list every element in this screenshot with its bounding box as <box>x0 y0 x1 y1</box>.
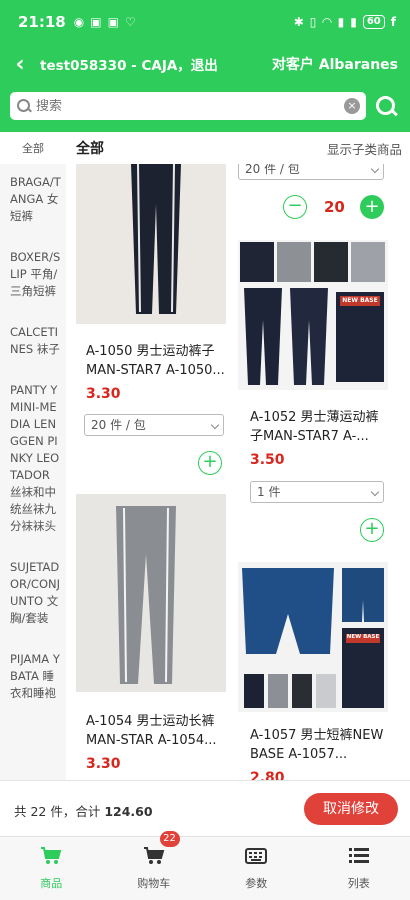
chevron-down-icon <box>370 164 380 174</box>
heart-icon: ♡ <box>124 15 136 29</box>
category-sidebar: BRAGA/TANGA 女短裤 BOXER/SLIP 平角/三角短裤 CALCE… <box>0 164 66 780</box>
nav-label: 列表 <box>347 877 370 890</box>
product-image[interactable] <box>76 164 226 324</box>
sidebar-all-tab[interactable]: 全部 <box>0 140 66 156</box>
product-price: 2.80 <box>250 770 285 780</box>
nav-tab-products[interactable]: 商品 <box>0 837 103 900</box>
status-right: ✱ ▯ ◠ ▮ ▮ 60 f <box>294 15 396 29</box>
wifi-icon: ◠ <box>322 15 332 29</box>
nav-tab-cart[interactable]: 22 购物车 <box>103 831 206 900</box>
cart-total-amount: 124.60 <box>104 804 153 819</box>
image-brand-text: NEW BASE <box>342 297 378 304</box>
customer-albaranes-link[interactable]: 对客户 Albaranes <box>272 54 398 74</box>
product-image[interactable]: NEW BASE <box>238 240 388 390</box>
nav-tab-list[interactable]: 列表 <box>308 837 410 900</box>
product-card[interactable]: NEW BASE A-1057 男士短裤NEW BASE A-1057... 2… <box>238 560 406 780</box>
nav-label: 商品 <box>40 877 63 890</box>
increase-quantity-button[interactable]: + <box>360 195 384 219</box>
product-card[interactable]: 20 件 / 包 − 20 + <box>238 164 406 224</box>
decrease-quantity-button[interactable]: − <box>283 195 307 219</box>
bluetooth-icon: ✱ <box>293 15 304 29</box>
facebook-icon: f <box>390 15 396 29</box>
cancel-changes-button[interactable]: 取消修改 <box>304 793 398 825</box>
cart-count-badge: 22 <box>159 831 180 847</box>
quantity-value: 20 <box>324 198 345 216</box>
category-all-tab[interactable]: 全部 <box>76 138 104 158</box>
search-box: × <box>10 92 366 120</box>
add-to-cart-button[interactable]: + <box>198 451 222 475</box>
product-name[interactable]: A-1052 男士薄运动裤子MAN-STAR7 A-... <box>250 408 390 446</box>
cart-icon <box>40 847 62 865</box>
bottom-nav: 商品 22 购物车 参数 列表 <box>0 831 410 900</box>
cart-icon <box>143 847 165 865</box>
sidebar-item-panty[interactable]: PANTY Y MINI-MEDIA LENGGEN PINKY LEOTADO… <box>0 372 66 549</box>
vibrate-icon: ▯ <box>309 15 317 29</box>
notification-icon: ▣ <box>107 15 119 29</box>
keyboard-icon <box>245 847 268 865</box>
sidebar-item-boxer[interactable]: BOXER/SLIP 平角/三角短裤 <box>0 239 66 314</box>
add-to-cart-button[interactable]: + <box>360 518 384 542</box>
chevron-down-icon <box>210 420 220 430</box>
sidebar-item-calcetines[interactable]: CALCETINES 袜子 <box>0 314 66 372</box>
chevron-down-icon <box>370 487 380 497</box>
product-grid: A-1050 男士运动裤子MAN-STAR7 A-1050... 3.30 20… <box>66 164 410 780</box>
unit-select[interactable]: 1 件 <box>250 481 384 503</box>
status-bar: 21:18 ◉ ▣ ▣ ♡ ✱ ▯ ◠ ▮ ▮ 60 f <box>18 10 396 34</box>
search-button[interactable] <box>374 94 398 118</box>
header-title[interactable]: test058330 - CAJA，退出 <box>40 54 218 74</box>
clear-icon[interactable]: × <box>344 98 360 114</box>
product-price: 3.50 <box>250 452 285 468</box>
product-name[interactable]: A-1050 男士运动裤子MAN-STAR7 A-1050... <box>86 342 228 380</box>
product-card[interactable]: A-1054 男士运动长裤MAN-STAR A-1054... 3.30 <box>70 492 234 780</box>
top-bar: 21:18 ◉ ▣ ▣ ♡ ✱ ▯ ◠ ▮ ▮ 60 f ‹ test05833… <box>0 0 410 132</box>
product-card[interactable]: A-1050 男士运动裤子MAN-STAR7 A-1050... 3.30 20… <box>70 164 234 484</box>
product-price: 3.30 <box>86 756 121 772</box>
product-card[interactable]: NEW BASE A-1052 男士薄运动裤子MAN-STAR7 A-... 3… <box>238 238 406 558</box>
chevron-left-icon[interactable]: ‹ <box>0 52 40 77</box>
product-name[interactable]: A-1057 男士短裤NEW BASE A-1057... <box>250 726 390 764</box>
product-name[interactable]: A-1054 男士运动长裤MAN-STAR A-1054... <box>86 712 228 750</box>
sidebar-item-sujetador[interactable]: SUJETADOR/CONJUNTO 文胸/套装 <box>0 549 66 641</box>
signal-icon: ▮ <box>350 15 357 29</box>
category-bar: 全部 全部 显示子类商品 <box>0 132 410 164</box>
unit-select[interactable]: 20 件 / 包 <box>84 414 224 436</box>
status-time: 21:18 <box>18 13 66 31</box>
list-icon <box>348 847 370 865</box>
product-price: 3.30 <box>86 386 121 402</box>
signal-icon: ▮ <box>337 15 345 29</box>
nav-tab-params[interactable]: 参数 <box>205 837 308 900</box>
header: ‹ test058330 - CAJA，退出 对客户 Albaranes <box>0 48 410 80</box>
product-image[interactable] <box>76 494 226 692</box>
eye-icon: ◉ <box>73 15 85 29</box>
notification-icon: ▣ <box>90 15 102 29</box>
cart-summary: 共 22 件，合计 124.60 <box>14 804 153 819</box>
unit-select[interactable]: 20 件 / 包 <box>238 164 384 180</box>
search-icon <box>16 98 32 114</box>
product-image[interactable]: NEW BASE <box>238 562 388 712</box>
search-input[interactable] <box>36 98 344 114</box>
image-brand-text: NEW BASE <box>346 634 380 640</box>
battery-icon: 60 <box>362 15 385 29</box>
nav-label: 参数 <box>245 877 268 890</box>
cart-summary-bar: 共 22 件，合计 124.60 取消修改 <box>0 780 410 836</box>
nav-label: 购物车 <box>137 877 171 890</box>
show-subcategory-toggle[interactable]: 显示子类商品 <box>327 139 402 158</box>
sidebar-item-pijama[interactable]: PIJAMA Y BATA 睡衣和睡袍 <box>0 641 66 716</box>
sidebar-item-braga[interactable]: BRAGA/TANGA 女短裤 <box>0 164 66 239</box>
